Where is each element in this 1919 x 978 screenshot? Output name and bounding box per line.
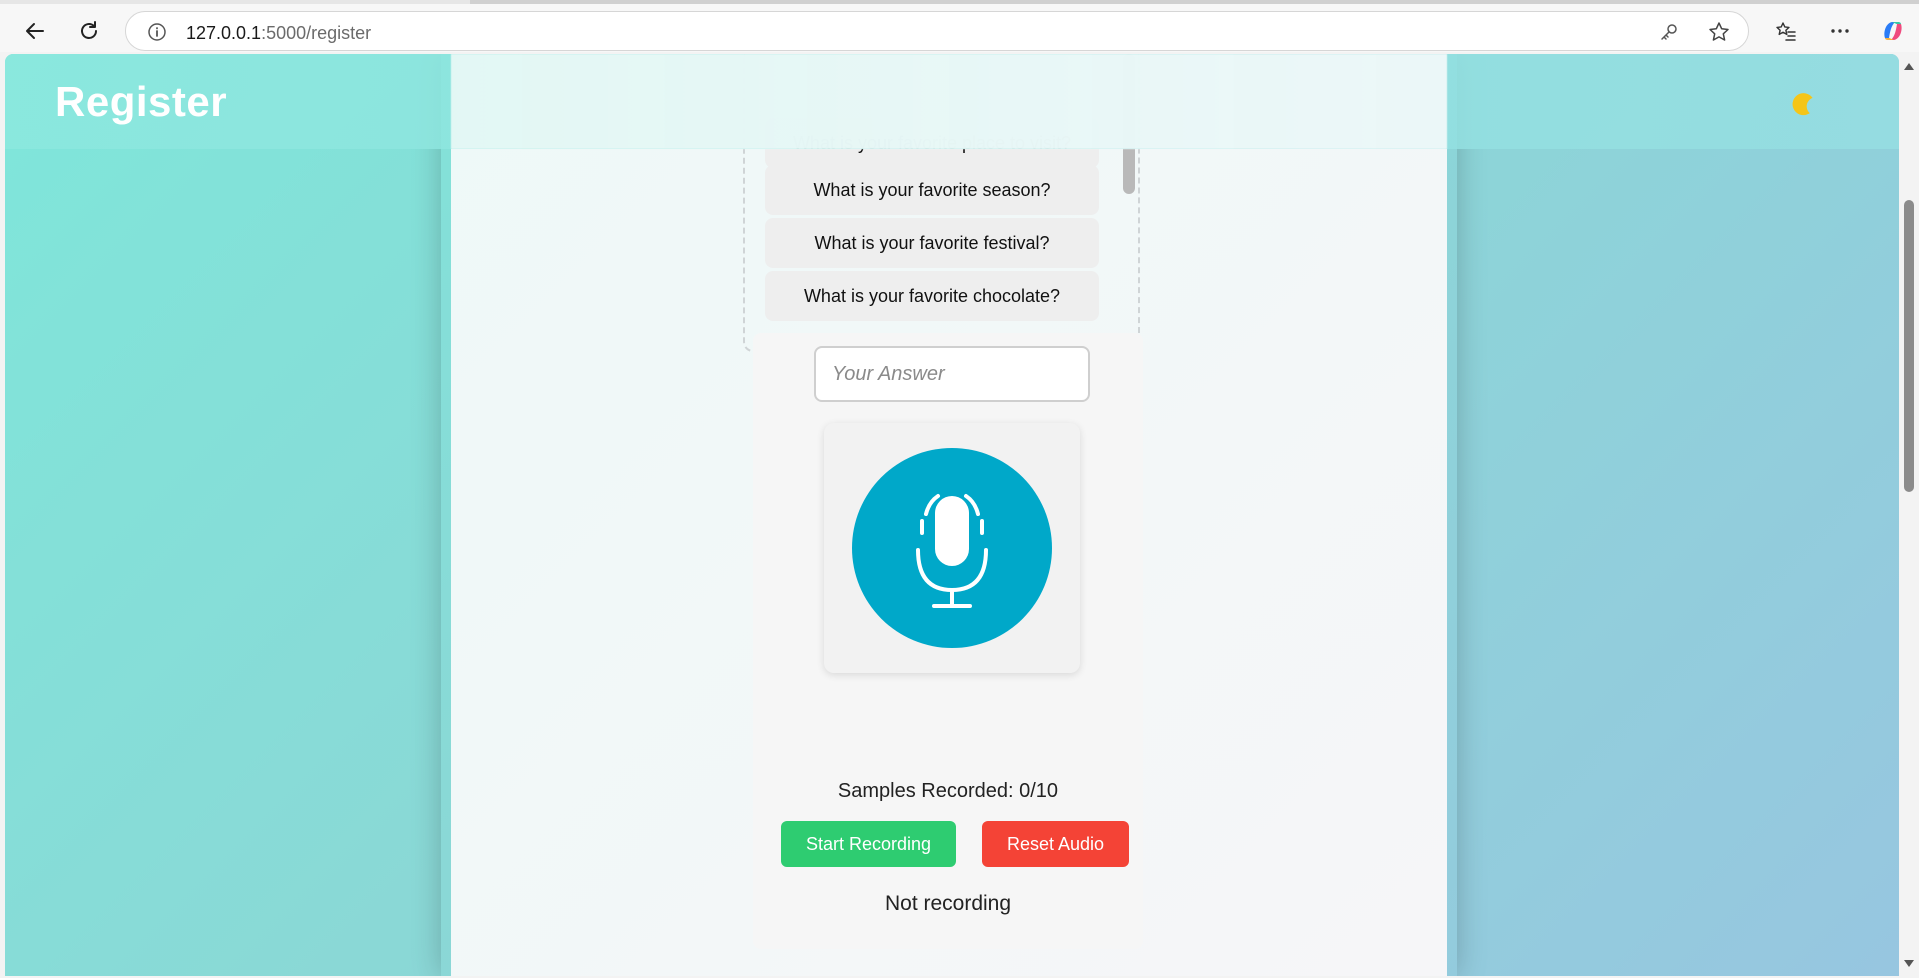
page-viewport: What is your favorite place to visit? Wh… <box>5 54 1899 976</box>
refresh-icon <box>81 21 97 39</box>
browser-toolbar: 127.0.0.1:5000/register <box>0 4 1919 52</box>
site-info-icon[interactable] <box>146 21 168 43</box>
favorite-star-icon[interactable] <box>1708 21 1730 43</box>
window-scrollbar[interactable] <box>1899 54 1919 976</box>
mic-circle <box>852 448 1052 648</box>
url-text: 127.0.0.1:5000/register <box>186 23 372 43</box>
samples-recorded-label: Samples Recorded: 0/10 <box>837 780 1059 802</box>
favorites-list-icon[interactable] <box>1769 14 1803 48</box>
page-title: Register <box>55 78 228 125</box>
question-item[interactable]: What is your favorite season? <box>765 165 1099 215</box>
address-bar[interactable]: 127.0.0.1:5000/register <box>125 11 1749 51</box>
moon-icon <box>1792 93 1813 116</box>
key-icon[interactable] <box>1658 21 1680 43</box>
reset-audio-button[interactable]: Reset Audio <box>982 821 1129 867</box>
scroll-down-arrow-icon[interactable] <box>1903 958 1915 968</box>
page-header: Register <box>5 54 1899 149</box>
scroll-up-arrow-icon[interactable] <box>1903 62 1915 72</box>
theme-toggle-button[interactable] <box>1785 87 1819 121</box>
refresh-button[interactable] <box>72 14 106 48</box>
question-item[interactable]: What is your favorite chocolate? <box>765 271 1099 321</box>
more-options-icon[interactable] <box>1823 14 1857 48</box>
back-arrow-icon <box>26 23 44 39</box>
copilot-icon[interactable] <box>1876 14 1910 48</box>
mic-button[interactable] <box>824 423 1080 673</box>
start-recording-button[interactable]: Start Recording <box>781 821 956 867</box>
microphone-icon <box>916 494 988 608</box>
answer-input[interactable] <box>814 346 1090 402</box>
question-item[interactable]: What is your favorite festival? <box>765 218 1099 268</box>
recording-status: Not recording <box>884 892 1012 915</box>
back-button[interactable] <box>18 14 52 48</box>
window-scroll-thumb[interactable] <box>1904 200 1914 492</box>
